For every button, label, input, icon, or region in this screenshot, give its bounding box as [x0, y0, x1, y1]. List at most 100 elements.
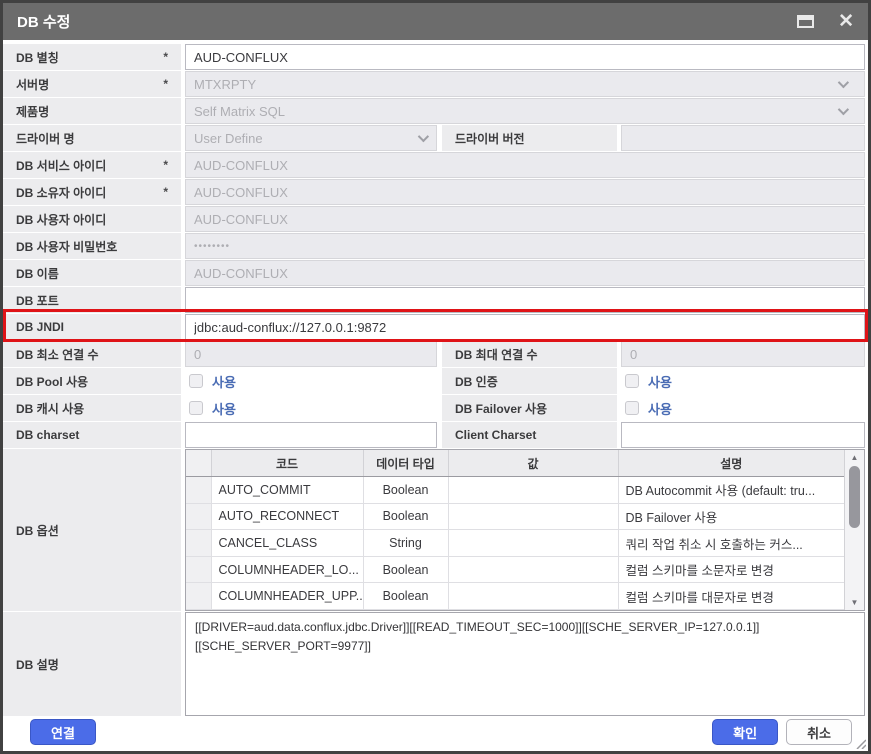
- cell-code[interactable]: CANCEL_CLASS: [211, 530, 363, 557]
- cell-type[interactable]: Boolean: [363, 477, 448, 504]
- db-pool-checkbox[interactable]: [189, 374, 203, 388]
- table-row[interactable]: AUTO_RECONNECT Boolean DB Failover 사용: [186, 503, 844, 530]
- row-product-name: 제품명 Self Matrix SQL: [3, 98, 865, 124]
- db-min-conn-input: 0: [185, 341, 437, 367]
- cell-code[interactable]: AUTO_RECONNECT: [211, 503, 363, 530]
- cell-desc[interactable]: DB Autocommit 사용 (default: tru...: [618, 477, 844, 504]
- db-options-label: DB 옵션: [3, 449, 181, 611]
- db-auth-label: DB 인증: [442, 368, 617, 394]
- driver-name-select: User Define: [185, 125, 437, 151]
- db-user-password-input: ••••••••: [185, 233, 865, 259]
- db-alias-label: DB 별칭 *: [3, 44, 181, 70]
- db-cache-checkbox[interactable]: [189, 401, 203, 415]
- db-jndi-input[interactable]: [185, 314, 865, 340]
- required-mark: *: [163, 77, 168, 91]
- db-min-conn-label: DB 최소 연결 수: [3, 341, 181, 367]
- window-controls: ✕: [797, 12, 854, 31]
- table-row[interactable]: CANCEL_CLASS String 쿼리 작업 취소 시 호출하는 커스..…: [186, 530, 844, 557]
- db-edit-dialog: DB 수정 ✕ DB 별칭 * 서버명 * MTXRPTY: [0, 0, 871, 754]
- db-charset-input[interactable]: [185, 422, 437, 448]
- chevron-down-icon: [838, 104, 849, 115]
- client-charset-label: Client Charset: [442, 422, 617, 448]
- col-header-type: 데이터 타입: [363, 450, 448, 477]
- table-vertical-scrollbar[interactable]: ▲ ▼: [844, 450, 864, 610]
- cell-code[interactable]: COLUMNHEADER_UPP...: [211, 583, 363, 610]
- db-alias-input[interactable]: [185, 44, 865, 70]
- row-db-port: DB 포트: [3, 287, 865, 313]
- resize-grip[interactable]: [854, 737, 866, 749]
- db-pool-label: DB Pool 사용: [3, 368, 181, 394]
- db-failover-checkbox[interactable]: [625, 401, 639, 415]
- row-selector[interactable]: [186, 477, 211, 504]
- db-user-id-input: AUD-CONFLUX: [185, 206, 865, 232]
- options-header-row: 코드 데이터 타입 값 설명: [186, 450, 844, 477]
- db-pool-checkbox-label: 사용: [212, 372, 236, 391]
- table-row[interactable]: COLUMNHEADER_UPP... Boolean 컬럼 스키마를 대문자로…: [186, 583, 844, 610]
- server-name-label: 서버명 *: [3, 71, 181, 97]
- scroll-down-icon[interactable]: ▼: [851, 595, 859, 610]
- cell-desc[interactable]: 컬럼 스키마를 대문자로 변경: [618, 583, 844, 610]
- row-selector[interactable]: [186, 556, 211, 583]
- cell-value[interactable]: [448, 477, 618, 504]
- cell-code[interactable]: COLUMNHEADER_LO...: [211, 556, 363, 583]
- server-name-select: MTXRPTY: [185, 71, 865, 97]
- cell-desc[interactable]: DB Failover 사용: [618, 503, 844, 530]
- db-failover-label: DB Failover 사용: [442, 395, 617, 421]
- client-charset-input[interactable]: [621, 422, 865, 448]
- cell-type[interactable]: Boolean: [363, 556, 448, 583]
- db-options-table: 코드 데이터 타입 값 설명 AUTO_COMMIT Boolean DB Au…: [185, 449, 865, 611]
- table-row[interactable]: COLUMNHEADER_LO... Boolean 컬럼 스키마를 소문자로 …: [186, 556, 844, 583]
- connect-button[interactable]: 연결: [30, 719, 96, 745]
- db-port-label: DB 포트: [3, 287, 181, 313]
- col-header-code: 코드: [211, 450, 363, 477]
- db-pool-checkbox-area: 사용: [185, 368, 437, 394]
- product-name-label: 제품명: [3, 98, 181, 124]
- cell-value[interactable]: [448, 503, 618, 530]
- db-port-input[interactable]: [185, 287, 865, 313]
- row-selector[interactable]: [186, 503, 211, 530]
- db-user-password-label: DB 사용자 비밀번호: [3, 233, 181, 259]
- cell-value[interactable]: [448, 583, 618, 610]
- db-name-input: AUD-CONFLUX: [185, 260, 865, 286]
- db-failover-checkbox-area: 사용: [621, 395, 865, 421]
- row-db-owner-id: DB 소유자 아이디 * AUD-CONFLUX: [3, 179, 865, 205]
- row-selector[interactable]: [186, 530, 211, 557]
- dialog-title: DB 수정: [17, 11, 70, 32]
- db-owner-id-input: AUD-CONFLUX: [185, 179, 865, 205]
- row-charset: DB charset Client Charset: [3, 422, 865, 448]
- cell-type[interactable]: Boolean: [363, 583, 448, 610]
- cancel-button[interactable]: 취소: [786, 719, 852, 745]
- row-server-name: 서버명 * MTXRPTY: [3, 71, 865, 97]
- maximize-icon[interactable]: [797, 15, 814, 28]
- row-selector-header: [186, 450, 211, 477]
- table-row[interactable]: AUTO_COMMIT Boolean DB Autocommit 사용 (de…: [186, 477, 844, 504]
- db-failover-checkbox-label: 사용: [648, 399, 672, 418]
- row-db-service-id: DB 서비스 아이디 * AUD-CONFLUX: [3, 152, 865, 178]
- db-auth-checkbox[interactable]: [625, 374, 639, 388]
- col-header-value: 값: [448, 450, 618, 477]
- row-db-user-id: DB 사용자 아이디 AUD-CONFLUX: [3, 206, 865, 232]
- cell-value[interactable]: [448, 530, 618, 557]
- cell-type[interactable]: Boolean: [363, 503, 448, 530]
- scroll-up-icon[interactable]: ▲: [851, 450, 859, 465]
- db-cache-checkbox-label: 사용: [212, 399, 236, 418]
- row-selector[interactable]: [186, 583, 211, 610]
- db-user-id-label: DB 사용자 아이디: [3, 206, 181, 232]
- db-charset-label: DB charset: [3, 422, 181, 448]
- close-icon[interactable]: ✕: [838, 12, 854, 31]
- required-mark: *: [163, 185, 168, 199]
- driver-name-label: 드라이버 명: [3, 125, 181, 151]
- ok-button[interactable]: 확인: [712, 719, 778, 745]
- cell-code[interactable]: AUTO_COMMIT: [211, 477, 363, 504]
- chevron-down-icon: [418, 131, 429, 142]
- col-header-desc: 설명: [618, 450, 844, 477]
- cell-type[interactable]: String: [363, 530, 448, 557]
- cell-value[interactable]: [448, 556, 618, 583]
- cell-desc[interactable]: 컬럼 스키마를 소문자로 변경: [618, 556, 844, 583]
- db-description-textarea[interactable]: [[DRIVER=aud.data.conflux.jdbc.Driver]][…: [185, 612, 865, 716]
- db-cache-label: DB 캐시 사용: [3, 395, 181, 421]
- driver-version-label: 드라이버 버전: [442, 125, 617, 151]
- scrollbar-thumb[interactable]: [849, 466, 860, 528]
- driver-version-input: [621, 125, 865, 151]
- cell-desc[interactable]: 쿼리 작업 취소 시 호출하는 커스...: [618, 530, 844, 557]
